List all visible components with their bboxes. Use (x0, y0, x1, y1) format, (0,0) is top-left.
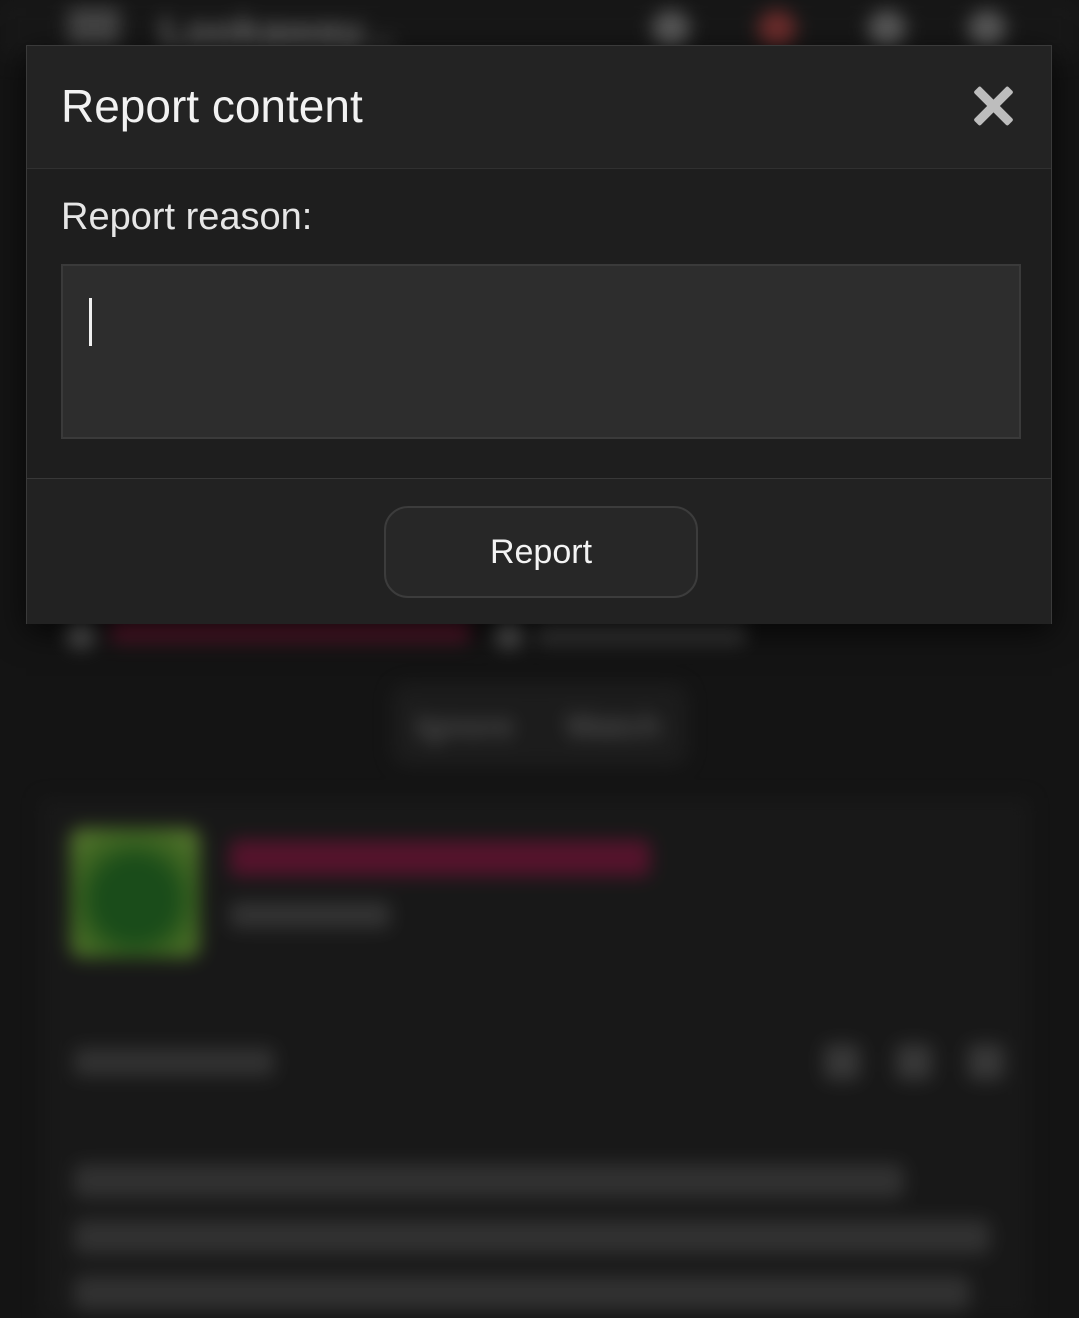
dialog-body: Report reason: (27, 169, 1051, 479)
bookmark-icon[interactable] (896, 1044, 932, 1080)
thread-actions: Ignore Watch (392, 684, 688, 766)
menu-icon[interactable] (68, 10, 120, 44)
post-text-line (74, 1164, 904, 1198)
text-caret (89, 298, 92, 346)
dialog-footer: Report (27, 479, 1051, 624)
search-icon[interactable] (968, 10, 1006, 48)
ignore-button[interactable]: Ignore (416, 708, 514, 745)
post-text-line (74, 1220, 990, 1254)
dialog-title: Report content (61, 80, 363, 132)
close-button[interactable] (965, 80, 1017, 132)
report-dialog: Report content Report reason: Report (26, 45, 1052, 624)
watch-button[interactable]: Watch (566, 708, 661, 745)
post-number[interactable] (968, 1044, 1004, 1080)
alerts-icon[interactable] (758, 10, 796, 48)
post (40, 798, 1030, 1318)
user-title (230, 902, 390, 928)
report-reason-label: Report reason: (61, 196, 313, 238)
report-button[interactable]: Report (384, 506, 698, 598)
share-icon[interactable] (824, 1044, 860, 1080)
post-author-link[interactable] (230, 840, 650, 876)
messages-icon[interactable] (652, 10, 690, 48)
dialog-header: Report content (27, 46, 1051, 169)
report-reason-textarea[interactable] (61, 264, 1021, 439)
account-icon[interactable] (868, 10, 906, 48)
post-text-line (74, 1276, 970, 1310)
avatar[interactable] (70, 828, 200, 958)
post-time (74, 1048, 274, 1076)
